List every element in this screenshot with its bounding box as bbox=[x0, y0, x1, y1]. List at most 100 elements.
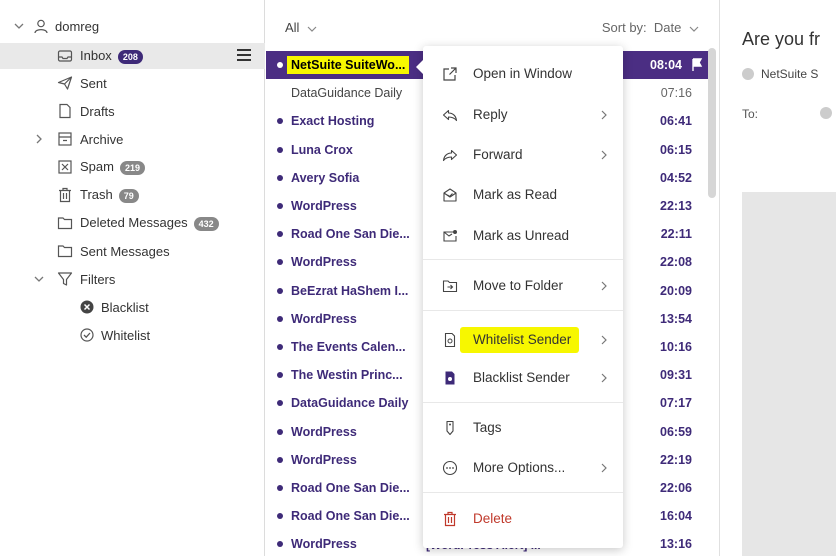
sidebar-item-sent-messages[interactable]: Sent Messages bbox=[0, 238, 265, 264]
menu-item-open-in-window[interactable]: Open in Window bbox=[423, 58, 623, 90]
sort-label: Sort by: bbox=[601, 20, 647, 35]
message-time: 07:17 bbox=[660, 396, 692, 411]
chevron-right-icon bbox=[600, 281, 608, 291]
chevron-right-icon bbox=[600, 150, 608, 160]
to-label: To: bbox=[742, 107, 759, 121]
menu-item-whitelist-sender[interactable]: Whitelist Sender bbox=[423, 324, 623, 356]
blacklist-icon bbox=[79, 299, 95, 315]
message-sender-text: DataGuidance Daily bbox=[291, 396, 409, 411]
unread-dot bbox=[277, 456, 283, 463]
menu-item-move-to-folder[interactable]: Move to Folder bbox=[423, 270, 623, 302]
message-time: 22:19 bbox=[660, 452, 692, 467]
sidebar-item-filters[interactable]: Filters bbox=[0, 266, 265, 292]
menu-item-blacklist-sender[interactable]: Blacklist Sender bbox=[423, 362, 623, 394]
menu-item-label: Mark as Unread bbox=[473, 228, 570, 243]
sidebar-item-label: Sent Messages bbox=[80, 243, 170, 259]
menu-item-forward[interactable]: Forward bbox=[423, 139, 623, 171]
unread-dot bbox=[277, 372, 283, 379]
message-time: 06:41 bbox=[660, 114, 692, 129]
message-sender: WordPress bbox=[291, 199, 357, 213]
sidebar-item-spam[interactable]: Spam 219 bbox=[0, 154, 265, 180]
menu-item-label: Blacklist Sender bbox=[473, 370, 570, 385]
unread-count-badge: 79 bbox=[118, 188, 139, 203]
list-scrollbar[interactable] bbox=[708, 48, 716, 198]
sidebar-item-inbox[interactable]: Inbox 208 bbox=[0, 43, 265, 69]
unread-dot bbox=[277, 428, 283, 435]
message-sender: DataGuidance Daily bbox=[291, 396, 408, 410]
message-sender-text: Road One San Die... bbox=[291, 509, 410, 524]
message-sender: WordPress bbox=[291, 255, 357, 269]
menu-item-mark-as-unread[interactable]: Mark as Unread bbox=[423, 220, 623, 252]
sidebar-item-drafts[interactable]: Drafts bbox=[0, 98, 265, 124]
message-sender-text: Road One San Die... bbox=[291, 227, 410, 242]
menu-item-label: Delete bbox=[473, 511, 513, 526]
message-sender: BeEzrat HaShem I... bbox=[291, 284, 408, 298]
menu-item-more-options[interactable]: More Options... bbox=[423, 452, 623, 484]
sidebar-item-whitelist[interactable]: Whitelist bbox=[0, 322, 265, 348]
menu-item-delete[interactable]: Delete bbox=[423, 503, 623, 535]
chevron-right-icon[interactable] bbox=[33, 133, 45, 145]
menu-item-reply[interactable]: Reply bbox=[423, 99, 623, 131]
message-sender-text: Avery Sofia bbox=[291, 170, 360, 185]
list-header: All Sort by: Date bbox=[266, 0, 719, 48]
hamburger-menu-icon[interactable] bbox=[237, 49, 251, 61]
inbox-icon bbox=[57, 48, 73, 64]
message-sender: The Westin Princ... bbox=[291, 368, 403, 382]
sidebar-item-blacklist[interactable]: Blacklist bbox=[0, 294, 265, 320]
unread-count-badge: 219 bbox=[119, 160, 145, 175]
account-row[interactable]: domreg bbox=[0, 13, 265, 39]
sort-dropdown[interactable]: Sort by: Date bbox=[602, 20, 699, 35]
message-time: 16:04 bbox=[660, 509, 692, 524]
trash-icon bbox=[57, 187, 73, 203]
menu-item-label: Mark as Read bbox=[473, 187, 558, 202]
sidebar-item-label: Archive bbox=[80, 131, 124, 147]
message-time: 04:52 bbox=[660, 170, 692, 185]
unread-dot bbox=[277, 344, 283, 350]
message-time: 22:08 bbox=[660, 255, 692, 270]
sidebar-item-label: Inbox bbox=[80, 48, 112, 64]
context-menu: Open in Window Reply Forward Mark as Rea… bbox=[416, 46, 623, 548]
chevron-down-icon[interactable] bbox=[13, 20, 25, 32]
sidebar-item-sent[interactable]: Sent bbox=[0, 70, 265, 96]
chevron-down-icon[interactable] bbox=[33, 273, 45, 285]
reply-icon bbox=[442, 107, 458, 123]
message-sender-text: BeEzrat HaShem I... bbox=[291, 283, 409, 298]
sidebar-item-archive[interactable]: Archive bbox=[0, 126, 265, 152]
menu-item-tags[interactable]: Tags bbox=[423, 412, 623, 444]
unread-dot bbox=[277, 541, 283, 548]
message-from[interactable]: NetSuite S bbox=[761, 67, 818, 81]
sidebar-item-trash[interactable]: Trash 79 bbox=[0, 182, 265, 208]
menu-item-label: Reply bbox=[473, 107, 508, 122]
message-time: 06:59 bbox=[660, 424, 692, 439]
message-time: 13:54 bbox=[660, 311, 692, 326]
message-sender: WordPress bbox=[291, 537, 357, 551]
open-window-icon bbox=[442, 66, 458, 82]
message-sender: DataGuidance Daily bbox=[291, 86, 402, 100]
message-time: 06:15 bbox=[660, 142, 692, 157]
menu-item-mark-as-read[interactable]: Mark as Read bbox=[423, 179, 623, 211]
unread-dot bbox=[277, 513, 283, 520]
sort-value: Date bbox=[653, 20, 682, 35]
unread-count-badge: 432 bbox=[193, 216, 219, 231]
message-sender-text: The Events Calen... bbox=[291, 340, 406, 354]
blacklist-sender-icon bbox=[442, 370, 458, 386]
flag-icon[interactable] bbox=[691, 58, 703, 72]
sidebar-item-deleted-messages[interactable]: Deleted Messages 432 bbox=[0, 210, 265, 236]
folder-icon bbox=[57, 243, 73, 259]
unread-dot bbox=[277, 400, 283, 407]
filter-icon bbox=[57, 271, 73, 287]
message-time: 22:13 bbox=[660, 199, 692, 213]
context-menu-pointer bbox=[416, 60, 423, 74]
filter-dropdown[interactable]: All bbox=[285, 20, 317, 35]
message-sender-text: Road One San Die... bbox=[291, 481, 410, 495]
menu-item-label: Whitelist Sender bbox=[460, 327, 580, 353]
message-sender-text: WordPress bbox=[291, 255, 357, 270]
sidebar-item-label: Whitelist bbox=[101, 327, 151, 343]
message-sender: WordPress bbox=[291, 425, 357, 439]
sidebar-item-label: Sent bbox=[80, 75, 107, 91]
message-sender: WordPress bbox=[291, 453, 357, 467]
message-time: 07:16 bbox=[660, 86, 692, 101]
tag-icon bbox=[442, 420, 458, 436]
folder-icon bbox=[57, 215, 73, 231]
message-subject: Are you fr bbox=[742, 29, 821, 49]
